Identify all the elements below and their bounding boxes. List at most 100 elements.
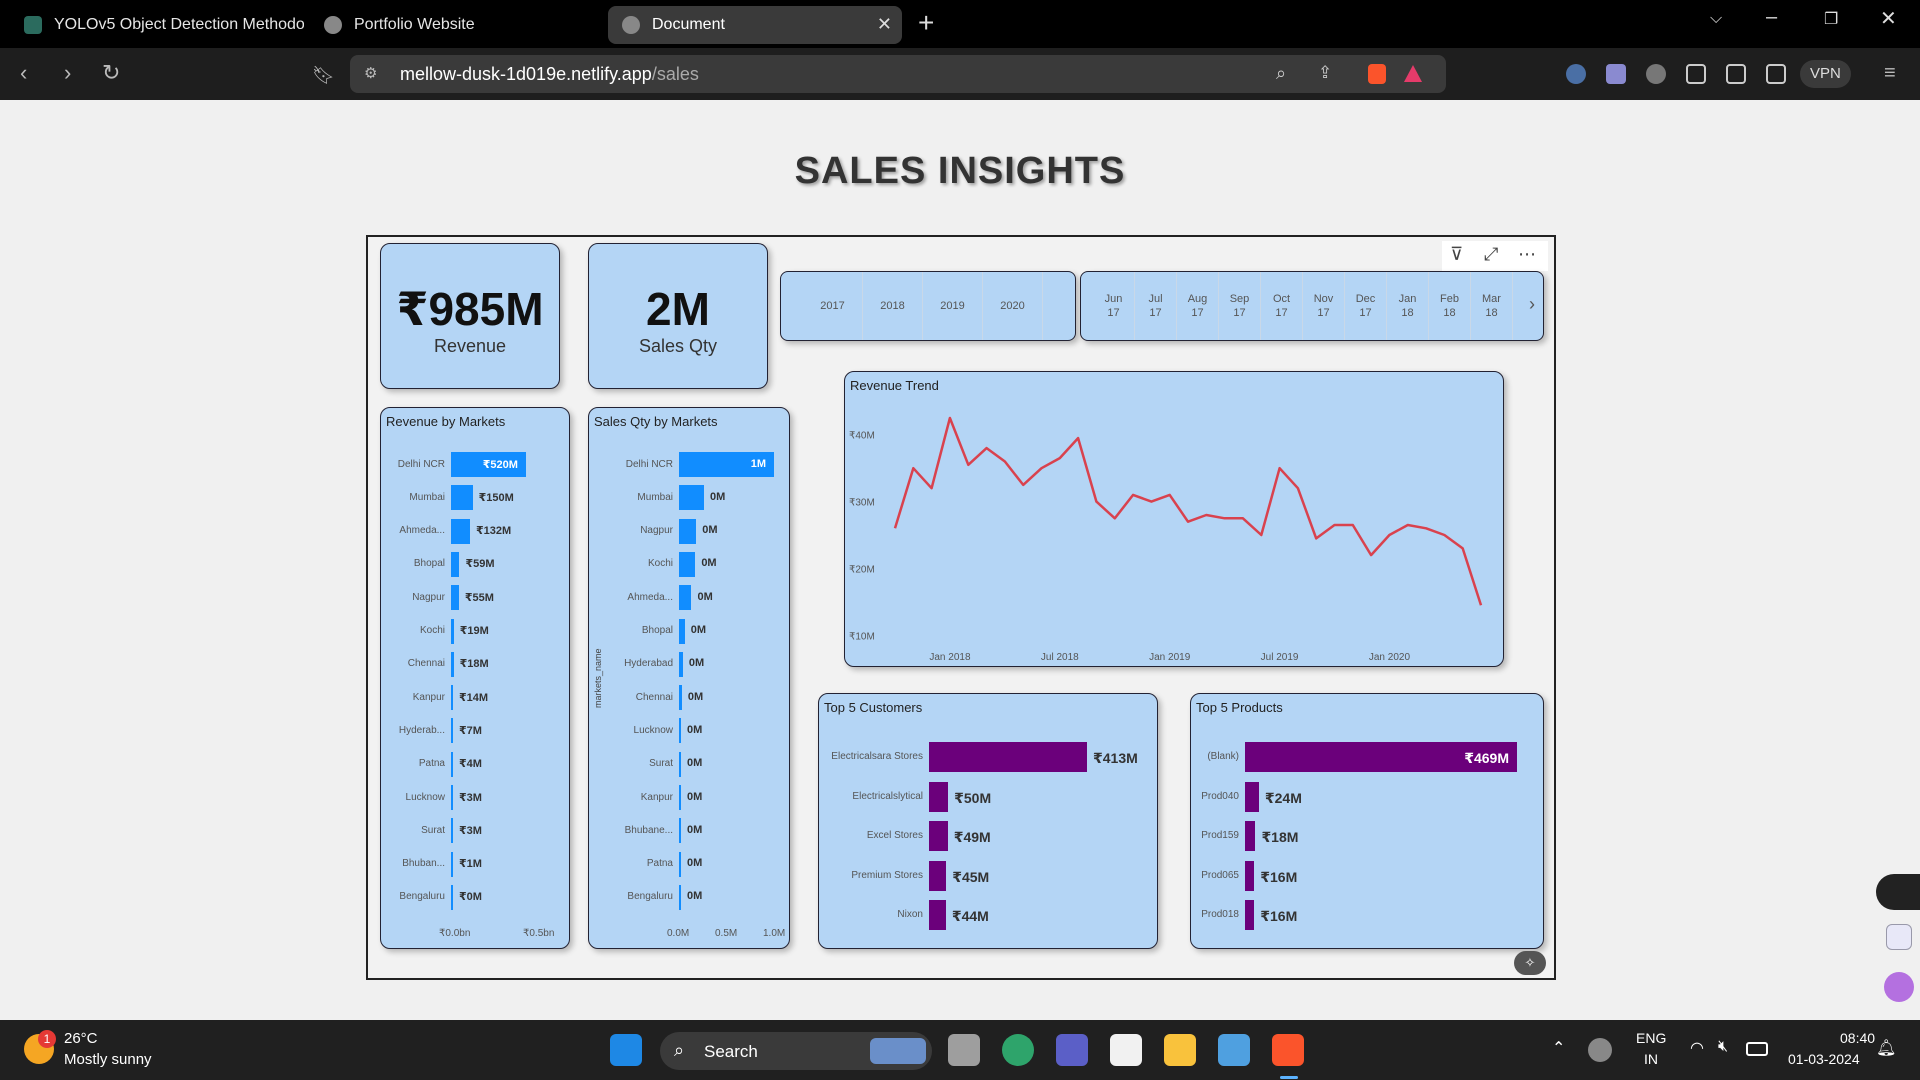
bar-row[interactable]: Nixon ₹44M [819, 900, 1157, 930]
month-slicer-item[interactable]: Sep 17 [1219, 272, 1261, 340]
tray-overflow-icon[interactable]: ⌃ [1552, 1038, 1565, 1058]
bookmark-icon[interactable]: 🔖︎ [312, 62, 335, 88]
bar-row[interactable]: Mumbai ₹150M [381, 485, 569, 511]
bar-row[interactable]: (Blank) ₹469M [1191, 742, 1543, 772]
zoom-icon[interactable]: ⌕ [1276, 63, 1286, 84]
ai-brain-icon[interactable] [1884, 972, 1914, 1002]
teams-icon[interactable] [1056, 1034, 1088, 1066]
assistant-float-button[interactable] [1876, 874, 1920, 910]
clock-date[interactable]: 01-03-2024 [1788, 1051, 1860, 1067]
bar-mark[interactable] [679, 785, 681, 810]
language-bottom[interactable]: IN [1644, 1051, 1658, 1067]
month-slicer-item[interactable]: Dec 17 [1345, 272, 1387, 340]
bar-mark[interactable] [679, 551, 696, 577]
bar-row[interactable]: Ahmeda... 0M [589, 585, 789, 611]
clock-time[interactable]: 08:40 [1840, 1030, 1875, 1046]
translate-icon[interactable] [1886, 924, 1912, 950]
bar-mark[interactable] [451, 851, 453, 877]
bar-row[interactable]: Chennai 0M [589, 685, 789, 711]
wifi-icon[interactable]: ◠ [1690, 1038, 1704, 1058]
bar-mark[interactable] [679, 618, 685, 644]
share-icon[interactable]: ⇪ [1318, 63, 1332, 83]
bar-row[interactable]: Bhuban... ₹1M [381, 851, 569, 877]
battery-icon[interactable] [1746, 1042, 1768, 1056]
restore-button[interactable]: ❐ [1824, 9, 1838, 29]
forward-button[interactable]: › [64, 60, 71, 86]
language-top[interactable]: ENG [1636, 1030, 1666, 1046]
bar-row[interactable]: Ahmeda... ₹132M [381, 518, 569, 544]
notepad-icon[interactable] [1218, 1034, 1250, 1066]
bar-mark[interactable] [679, 851, 681, 877]
bar-mark[interactable] [451, 485, 473, 511]
reload-button[interactable]: ↻ [102, 60, 120, 86]
bar-mark[interactable] [451, 585, 459, 611]
bar-row[interactable]: Kanpur ₹14M [381, 685, 569, 711]
bar-row[interactable]: Prod040 ₹24M [1191, 781, 1543, 812]
month-slicer-item[interactable]: Feb 18 [1429, 272, 1471, 340]
extension-icon[interactable] [1606, 64, 1626, 84]
bar-mark[interactable] [929, 742, 1087, 772]
bar-row[interactable]: Delhi NCR ₹520M [381, 452, 569, 477]
bar-mark[interactable] [929, 781, 949, 812]
year-slicer-item[interactable]: 2017 [803, 272, 863, 340]
site-settings-icon[interactable]: ⚙︎ [364, 64, 377, 82]
bar-row[interactable]: Bhopal ₹59M [381, 551, 569, 577]
filter-icon[interactable]: ⊽ [1450, 244, 1463, 265]
bar-mark[interactable] [451, 651, 454, 677]
cursor-extension-icon[interactable] [1566, 64, 1586, 84]
edge-icon[interactable] [1002, 1034, 1034, 1066]
bar-mark[interactable] [451, 551, 460, 577]
bar-mark[interactable] [451, 884, 453, 910]
year-slicer-item[interactable]: 2019 [923, 272, 983, 340]
tab-document[interactable]: Document ✕ [608, 6, 902, 44]
year-slicer-item[interactable]: 2020 [983, 272, 1043, 340]
bar-row[interactable]: Delhi NCR 1M [589, 452, 789, 477]
bar-mark[interactable] [451, 685, 454, 711]
menu-icon[interactable]: ≡ [1884, 60, 1896, 86]
start-windows-icon[interactable] [610, 1034, 642, 1066]
brave-rewards-icon[interactable] [1404, 65, 1422, 82]
bar-mark[interactable] [679, 818, 681, 844]
bar-row[interactable]: Prod159 ₹18M [1191, 821, 1543, 851]
bar-row[interactable]: Nagpur 0M [589, 518, 789, 544]
wallet-icon[interactable] [1766, 64, 1786, 84]
bar-row[interactable]: Nagpur ₹55M [381, 585, 569, 611]
bar-mark[interactable] [1245, 860, 1255, 891]
muted-volume-icon[interactable]: 🔇︎ [1718, 1038, 1728, 1056]
store-icon[interactable] [1110, 1034, 1142, 1066]
notification-bell-icon[interactable]: 🔔︎ [1876, 1038, 1896, 1058]
bar-row[interactable]: Hyderabad 0M [589, 651, 789, 677]
bar-row[interactable]: Chennai ₹18M [381, 651, 569, 677]
bar-mark[interactable] [929, 860, 947, 891]
brave-shields-icon[interactable] [1368, 64, 1386, 84]
back-button[interactable]: ‹ [20, 60, 27, 86]
bar-row[interactable]: Lucknow ₹3M [381, 785, 569, 810]
close-window-button[interactable]: ✕ [1880, 6, 1897, 31]
task-view-icon[interactable] [948, 1034, 980, 1066]
month-slicer-item[interactable]: Jan 18 [1387, 272, 1429, 340]
chevron-right-icon[interactable]: › [1529, 294, 1535, 315]
bar-row[interactable]: Kochi ₹19M [381, 618, 569, 644]
bar-mark[interactable] [679, 651, 683, 677]
tab-search-icon[interactable]: ⌵ [1710, 10, 1722, 28]
bar-row[interactable]: Electricalsara Stores ₹413M [819, 742, 1157, 772]
bar-row[interactable]: Hyderab... ₹7M [381, 718, 569, 744]
bar-row[interactable]: Prod065 ₹16M [1191, 860, 1543, 891]
bar-row[interactable]: Bengaluru ₹0M [381, 884, 569, 910]
sidebar-icon[interactable] [1726, 64, 1746, 84]
bar-mark[interactable] [451, 818, 453, 844]
tab-portfolio[interactable]: Portfolio Website [310, 6, 600, 44]
brave-taskbar-icon[interactable] [1272, 1034, 1304, 1066]
month-slicer-item[interactable]: Nov 17 [1303, 272, 1345, 340]
bar-row[interactable]: Lucknow 0M [589, 718, 789, 744]
month-slicer-item[interactable]: Mar 18 [1471, 272, 1513, 340]
tab-yolov5[interactable]: YOLOv5 Object Detection Methodolo [10, 6, 304, 44]
bar-row[interactable]: Electricalslytical ₹50M [819, 781, 1157, 812]
revenue-series-line[interactable] [893, 416, 1483, 606]
bar-mark[interactable] [451, 751, 453, 777]
sync-icon[interactable] [1588, 1038, 1612, 1062]
bar-row[interactable]: Bengaluru 0M [589, 884, 789, 910]
bar-mark[interactable] [679, 751, 681, 777]
bar-mark[interactable] [451, 785, 453, 810]
bar-mark[interactable] [451, 518, 470, 544]
